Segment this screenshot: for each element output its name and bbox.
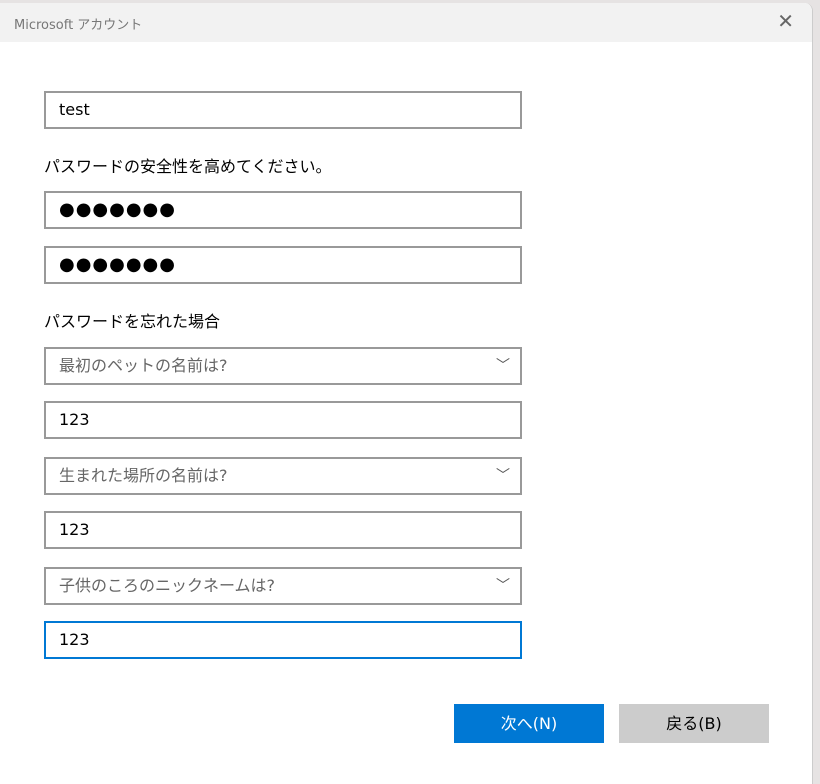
username-input[interactable]: test	[44, 91, 522, 129]
title-bar: Microsoft アカウント ✕	[0, 3, 812, 42]
answer-1-value: 123	[59, 410, 90, 429]
security-answer-1-input[interactable]: 123	[44, 401, 522, 439]
chevron-down-icon: ﹀	[496, 578, 510, 594]
password-confirm-input[interactable]: ●●●●●●●	[44, 246, 522, 284]
question-2-value: 生まれた場所の名前は?	[59, 466, 228, 485]
back-button[interactable]: 戻る(B)	[619, 704, 769, 743]
security-question-1-select[interactable]: 最初のペットの名前は? ﹀	[44, 347, 522, 385]
question-3-value: 子供のころのニックネームは?	[59, 576, 276, 595]
chevron-down-icon: ﹀	[496, 468, 510, 484]
security-answer-2-input[interactable]: 123	[44, 511, 522, 549]
password-confirm-value: ●●●●●●●	[59, 254, 176, 275]
security-question-3-select[interactable]: 子供のころのニックネームは? ﹀	[44, 567, 522, 605]
username-value: test	[59, 100, 90, 119]
next-button[interactable]: 次へ(N)	[454, 704, 604, 743]
window-title: Microsoft アカウント	[14, 18, 143, 33]
chevron-down-icon: ﹀	[496, 358, 510, 374]
security-question-2-select[interactable]: 生まれた場所の名前は? ﹀	[44, 457, 522, 495]
forgot-password-label: パスワードを忘れた場合	[44, 312, 221, 331]
close-icon[interactable]: ✕	[777, 9, 794, 33]
password-value: ●●●●●●●	[59, 199, 176, 220]
answer-3-value: 123	[59, 630, 90, 649]
security-answer-3-input[interactable]: 123	[44, 621, 522, 659]
question-1-value: 最初のペットの名前は?	[59, 356, 228, 375]
answer-2-value: 123	[59, 520, 90, 539]
password-input[interactable]: ●●●●●●●	[44, 191, 522, 229]
password-label: パスワードの安全性を高めてください。	[44, 157, 332, 176]
